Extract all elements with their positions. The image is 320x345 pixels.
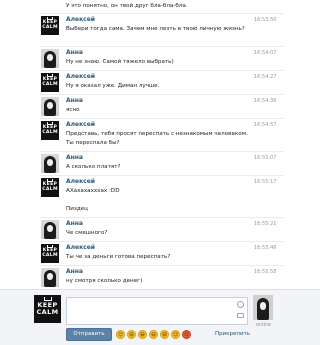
sender-avatar[interactable]	[41, 97, 59, 116]
message-text: У это понятно, он твой друг бла-бла-бла.	[66, 3, 188, 9]
sender-name[interactable]: Анна	[66, 220, 83, 228]
message-time[interactable]: 16:53:50	[254, 16, 276, 24]
message-item: KEEP CALM Алексей 16:53:50 Выбери тогда сама…	[0, 13, 320, 46]
emoji-icon[interactable]: 😊	[116, 330, 125, 339]
sender-name[interactable]: Алексей	[66, 178, 95, 186]
emoji-icon[interactable]: 😄	[127, 330, 136, 339]
emoji-icon[interactable]: 😃	[149, 330, 158, 339]
sender-avatar[interactable]: KEEP CALM	[41, 73, 59, 92]
peer-avatar[interactable]	[253, 295, 273, 320]
message-time[interactable]: 16:55:46	[254, 244, 276, 252]
sender-name[interactable]: Алексей	[66, 121, 95, 129]
message-time[interactable]: 16:55:58	[254, 268, 276, 276]
sender-avatar[interactable]: KEEP CALM	[41, 16, 59, 35]
message-text: Выбери тогда сама. Зачем мне лезть в тво…	[66, 26, 245, 32]
smiley-icon[interactable]	[237, 301, 244, 308]
sender-avatar[interactable]: KEEP CALM	[41, 178, 59, 197]
message-time[interactable]: 16:54:07	[254, 49, 276, 57]
message-item: Анна 16:55:21 Че смешного?	[0, 217, 320, 241]
message-item: Анна 16:55:58 ну смотря сколько денег)	[0, 265, 320, 288]
message-history[interactable]: У это понятно, он твой друг бла-бла-бла.…	[0, 0, 320, 288]
emoji-icon[interactable]: 😡	[182, 330, 191, 339]
attach-link[interactable]: Прикрепить	[215, 330, 250, 339]
message-time[interactable]: 16:54:36	[254, 97, 276, 105]
sender-avatar[interactable]	[41, 220, 59, 239]
sender-avatar[interactable]: KEEP CALM	[41, 121, 59, 140]
message-time[interactable]: 16:54:27	[254, 73, 276, 81]
message-item: KEEP CALM Алексей 16:55:46 Ты че за деньги г…	[0, 241, 320, 265]
message-text: АХахахахххах :DD	[66, 188, 120, 194]
emoji-icon[interactable]: 😆	[160, 330, 169, 339]
camera-icon[interactable]	[237, 313, 244, 318]
send-button[interactable]: Отправить	[66, 328, 112, 341]
sender-name[interactable]: Анна	[66, 154, 83, 162]
message-text: А сколько платят?	[66, 164, 121, 170]
message-text: Че смешного?	[66, 230, 108, 236]
sender-name[interactable]: Алексей	[66, 73, 95, 81]
emoji-icon[interactable]: 😉	[171, 330, 180, 339]
message-text: Ну я оказал уже. Диман лучше.	[66, 83, 160, 89]
message-item: KEEP CALM Алексей 16:54:27 Ну я оказал уже. …	[0, 70, 320, 94]
online-status: online	[256, 322, 272, 328]
message-text: Пиздец	[66, 206, 88, 212]
sender-name[interactable]: Анна	[66, 268, 83, 276]
message-text: ясно	[66, 107, 80, 113]
sender-avatar[interactable]	[41, 49, 59, 68]
sender-name[interactable]: Алексей	[66, 244, 95, 252]
message-time[interactable]: 16:55:17	[254, 178, 276, 186]
composer-panel: KEEP CALM Отправить 😊 😄 😀 😃 😆 😉 😡 Прикрепить o…	[0, 289, 320, 345]
message-time[interactable]: 16:55:07	[254, 154, 276, 162]
message-item: Анна 16:54:07 Ну не знаю. Самой тяжело выб…	[0, 46, 320, 70]
message-time[interactable]: 16:54:57	[254, 121, 276, 129]
message-text: Ты че за деньги готова переспать?	[66, 254, 171, 260]
sender-name[interactable]: Алексей	[66, 16, 95, 24]
emoji-icon[interactable]: 😀	[138, 330, 147, 339]
message-text: Ну не знаю. Самой тяжело выбрать)	[66, 59, 174, 65]
message-item: Анна 16:54:36 ясно	[0, 94, 320, 118]
message-text: Представь, тебя просят переспать с незна…	[66, 131, 248, 146]
message-item: KEEP CALM Алексей 16:54:57 Представь, тебя п…	[0, 118, 320, 151]
message-item: Анна 16:55:07 А сколько платят?	[0, 151, 320, 175]
message-item: KEEP CALM Алексей 16:55:17 АХахахахххах :DD П…	[0, 175, 320, 217]
message-input[interactable]	[66, 297, 248, 325]
sender-avatar[interactable]	[41, 268, 59, 287]
my-avatar[interactable]: KEEP CALM	[34, 295, 61, 323]
message-time[interactable]: 16:55:21	[254, 220, 276, 228]
sender-avatar[interactable]: KEEP CALM	[41, 244, 59, 263]
sender-name[interactable]: Анна	[66, 97, 83, 105]
sender-avatar[interactable]	[41, 154, 59, 173]
message-text: ну смотря сколько денег)	[66, 278, 143, 284]
sender-name[interactable]: Анна	[66, 49, 83, 57]
